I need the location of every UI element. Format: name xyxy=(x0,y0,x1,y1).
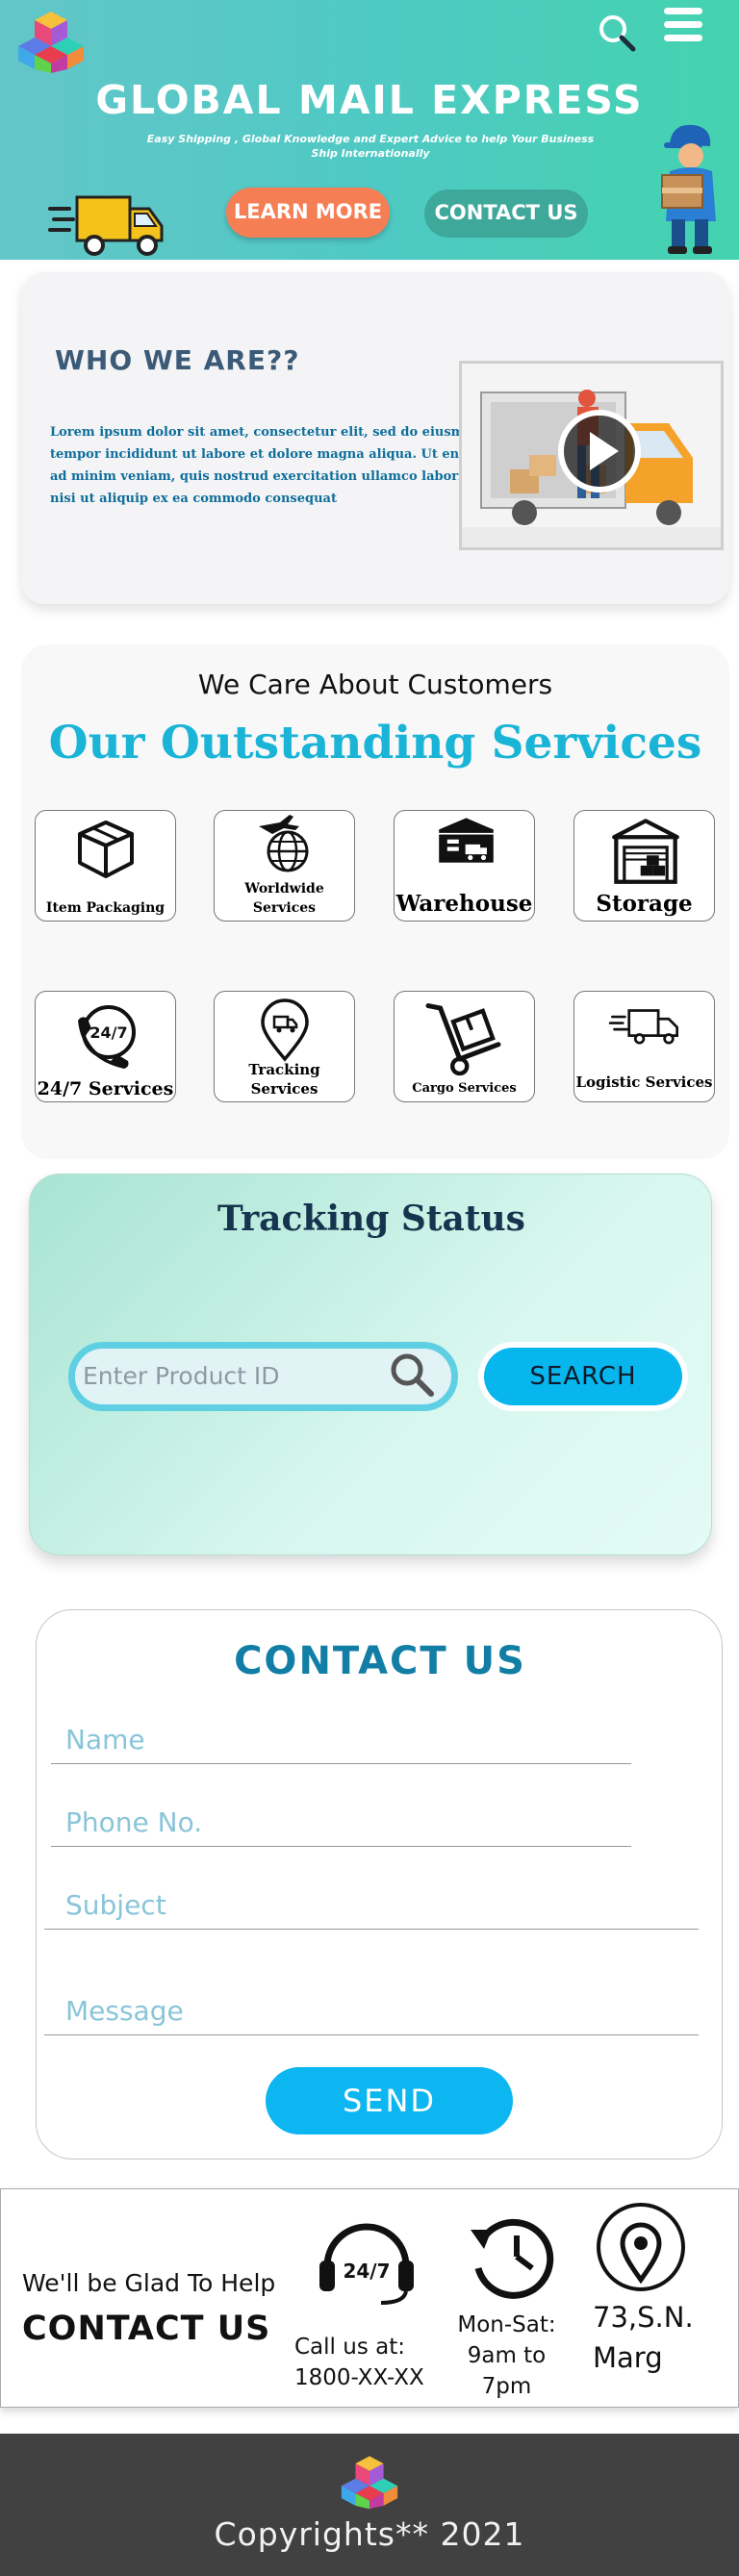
delivery-man-icon xyxy=(661,124,716,254)
about-title: WHO WE ARE?? xyxy=(55,344,300,376)
footer-logo-icon[interactable] xyxy=(341,2453,398,2511)
product-id-input[interactable] xyxy=(83,1356,371,1395)
service-card-storage[interactable]: Storage xyxy=(573,810,715,922)
message-field[interactable] xyxy=(44,1987,699,2035)
service-card-cargo[interactable]: Cargo Services xyxy=(394,991,535,1102)
delivery-truck-icon xyxy=(48,195,164,256)
clock-icon xyxy=(471,2218,554,2299)
headset-badge: 24/7 xyxy=(343,2260,390,2283)
delivery-truck-icon xyxy=(608,1009,679,1045)
play-icon[interactable] xyxy=(555,407,644,495)
warehouse-icon xyxy=(439,818,494,863)
hero-header: GLOBAL MAIL EXPRESS Easy Shipping , Glob… xyxy=(0,0,739,260)
logo-icon[interactable] xyxy=(17,8,85,75)
service-card-warehouse[interactable]: Warehouse xyxy=(394,810,535,922)
hours-time: 9am to 7pm xyxy=(467,2343,547,2399)
contact-form-title: CONTACT US xyxy=(234,1639,526,1683)
hours-days: Mon-Sat: xyxy=(457,2312,556,2337)
address-line-2: Marg xyxy=(593,2341,663,2374)
hamburger-menu-icon[interactable] xyxy=(662,4,704,46)
box-icon xyxy=(78,821,134,878)
footer: Copyrights** 2021 xyxy=(0,2434,739,2576)
site-subtitle: Easy Shipping , Global Knowledge and Exp… xyxy=(146,133,595,160)
service-card-tracking[interactable]: Tracking Services xyxy=(214,991,355,1102)
service-label: Warehouse xyxy=(395,891,533,917)
services-tagline: We Care About Customers xyxy=(197,669,553,700)
service-label: Cargo Services xyxy=(412,1081,517,1096)
contact-info-strip: We'll be Glad To Help CONTACT US 24/7 Ca… xyxy=(0,2188,739,2408)
tracking-section: Tracking Status SEARCH xyxy=(29,1174,712,1555)
learn-more-button[interactable]: LEARN MORE xyxy=(226,188,390,238)
glad-to-help-text: We'll be Glad To Help xyxy=(22,2269,276,2297)
site-title: GLOBAL MAIL EXPRESS xyxy=(95,77,644,123)
service-label: Worldwide Services xyxy=(244,881,324,916)
svg-text:24/7: 24/7 xyxy=(89,1023,127,1042)
address-line-1: 73,S.N. xyxy=(593,2301,694,2334)
tracking-title: Tracking Status xyxy=(217,1199,525,1239)
globe-plane-icon xyxy=(259,815,309,872)
location-pin-icon xyxy=(597,2203,685,2291)
phone-field[interactable] xyxy=(51,1799,631,1847)
phone-number: 1800-XX-XX xyxy=(294,2365,424,2390)
contact-us-button[interactable]: CONTACT US xyxy=(424,189,588,238)
phone-24-7-icon: 24/7 xyxy=(78,1005,136,1069)
about-video[interactable] xyxy=(459,361,724,550)
services-title: Our Outstanding Services xyxy=(48,717,702,770)
about-text: Lorem ipsum dolor sit amet, consectetur … xyxy=(50,425,482,506)
services-section: We Care About Customers Our Outstanding … xyxy=(21,644,729,1159)
send-button[interactable]: SEND xyxy=(266,2067,513,2134)
service-card-worldwide[interactable]: Worldwide Services xyxy=(214,810,355,922)
call-info[interactable]: Call us at: 1800-XX-XX xyxy=(294,2332,424,2393)
service-label: Tracking Services xyxy=(248,1061,320,1098)
hand-truck-icon xyxy=(425,1003,501,1076)
name-field[interactable] xyxy=(51,1716,631,1764)
search-button[interactable]: SEARCH xyxy=(478,1342,688,1411)
storage-icon xyxy=(612,819,679,884)
address-info[interactable]: 73,S.N. Marg xyxy=(593,2297,694,2378)
service-label: Logistic Services xyxy=(575,1073,713,1091)
location-pin-truck-icon xyxy=(261,998,309,1062)
product-id-field[interactable] xyxy=(68,1342,458,1411)
copyright-text: Copyrights** 2021 xyxy=(214,2515,525,2553)
service-card-item-packaging[interactable]: Item Packaging xyxy=(35,810,176,922)
service-label: 24/7 Services xyxy=(37,1078,174,1099)
service-label: Storage xyxy=(596,891,693,917)
service-card-24-7[interactable]: 24/7 24/7 Services xyxy=(35,991,176,1102)
hours-info: Mon-Sat: 9am to 7pm xyxy=(442,2310,572,2402)
search-icon[interactable] xyxy=(388,1351,436,1399)
search-button-label: SEARCH xyxy=(484,1348,682,1405)
contact-form: CONTACT US SEND xyxy=(36,1609,723,2159)
call-label: Call us at: xyxy=(294,2335,405,2360)
service-card-logistic[interactable]: Logistic Services xyxy=(573,991,715,1102)
about-section: WHO WE ARE?? Lorem ipsum dolor sit amet,… xyxy=(21,272,729,604)
headset-icon: 24/7 xyxy=(319,2223,414,2305)
contact-strip-title: CONTACT US xyxy=(22,2310,271,2348)
service-label: Item Packaging xyxy=(45,900,166,916)
search-icon[interactable] xyxy=(598,13,636,52)
subject-field[interactable] xyxy=(44,1881,699,1930)
